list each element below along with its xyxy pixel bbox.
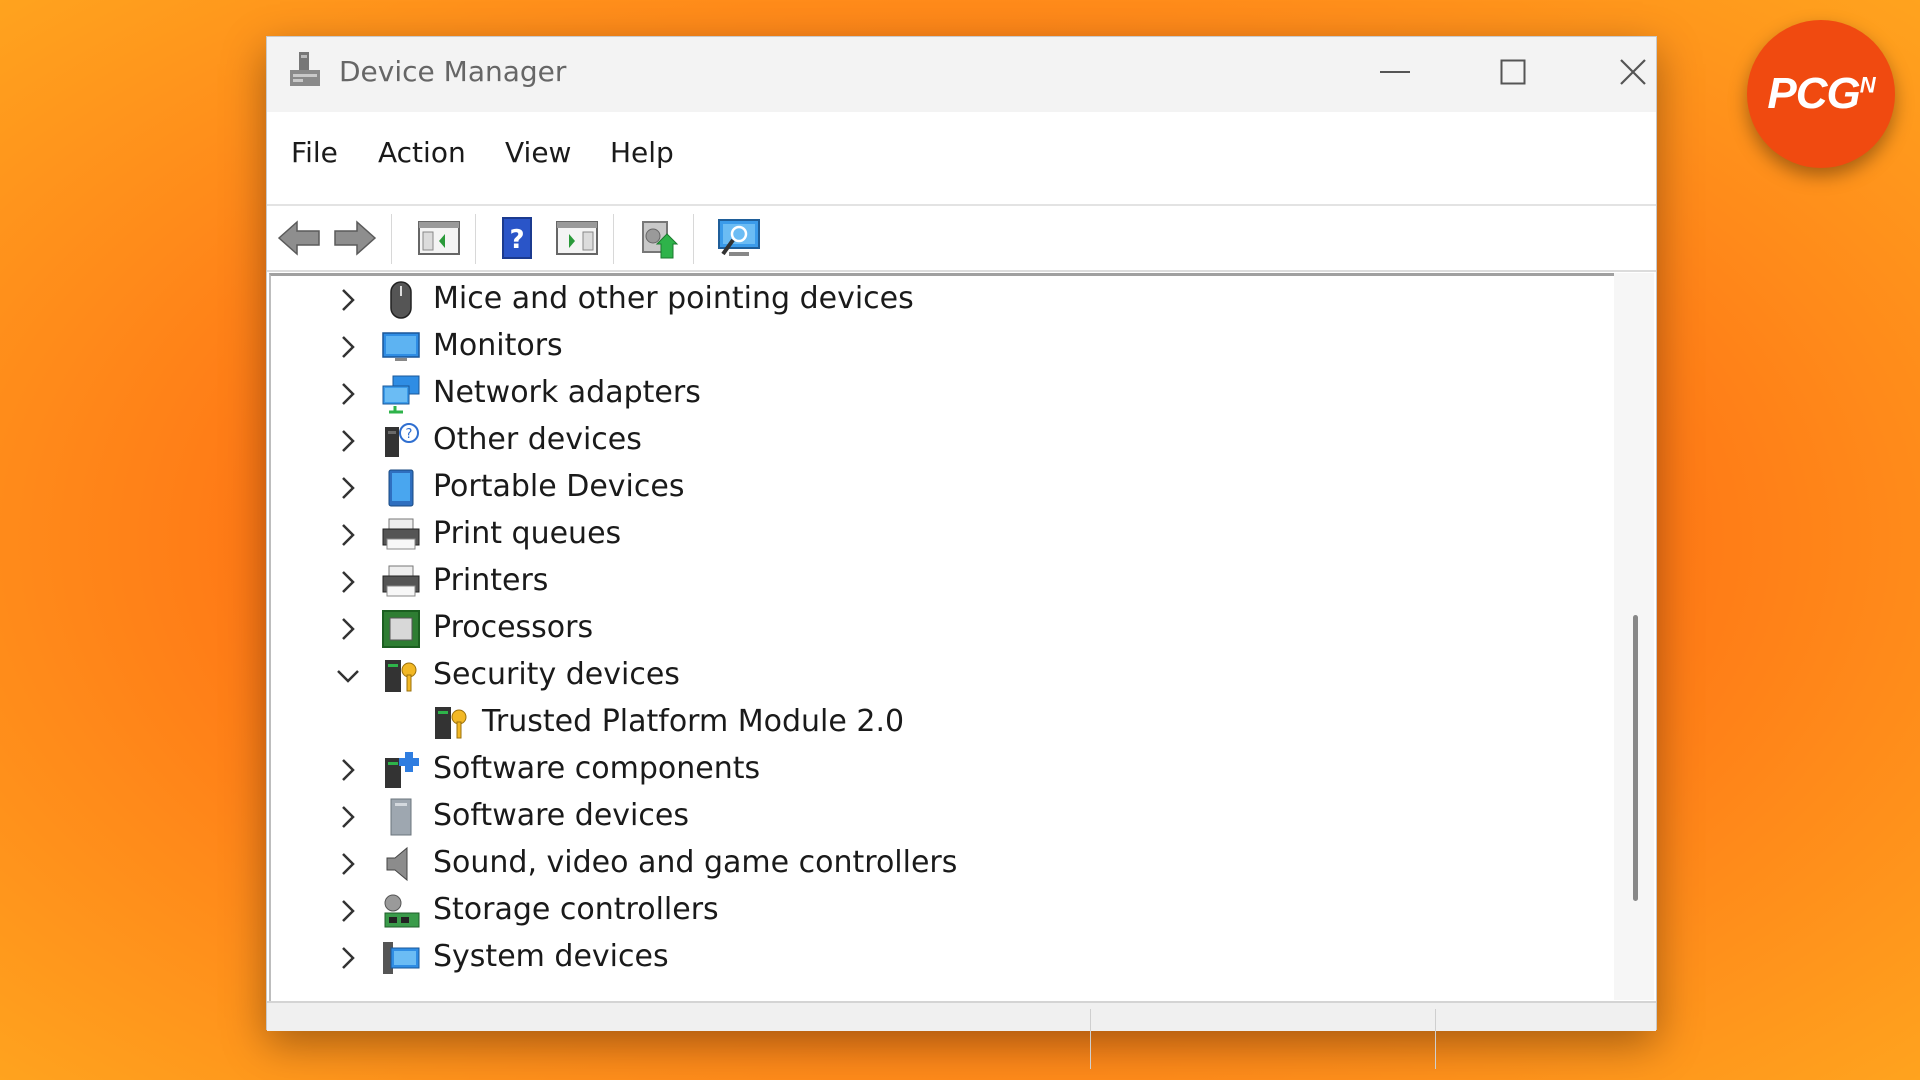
- chevron-right-icon[interactable]: [335, 850, 361, 878]
- close-button[interactable]: [1583, 37, 1683, 107]
- tree-item-label: Monitors: [433, 328, 563, 363]
- chevron-down-icon[interactable]: [335, 662, 361, 690]
- device-manager-window: Device Manager File Action View Help ? M…: [266, 36, 1657, 1069]
- toolbar-separator: [475, 214, 476, 264]
- minimize-button[interactable]: [1345, 37, 1445, 107]
- tree-item-label: Software devices: [433, 798, 689, 833]
- toolbar-separator: [391, 214, 392, 264]
- help-icon[interactable]: ?: [493, 214, 541, 262]
- security-device-icon: [385, 660, 417, 692]
- minimize-icon: [1380, 71, 1410, 73]
- show-hide-console-tree-icon[interactable]: [415, 214, 463, 262]
- tree-item-system[interactable]: System devices: [271, 935, 1571, 981]
- chevron-right-icon[interactable]: [335, 897, 361, 925]
- tree-item-sound[interactable]: Sound, video and game controllers: [271, 841, 1571, 887]
- network-adapter-icon: [382, 375, 420, 414]
- tree-item-tpm[interactable]: Trusted Platform Module 2.0: [271, 700, 1571, 746]
- status-separator: [1435, 1009, 1436, 1069]
- tree-item-label: Processors: [433, 610, 594, 645]
- menu-help[interactable]: Help: [610, 136, 674, 169]
- status-separator: [1090, 1009, 1091, 1069]
- portable-device-icon: [388, 469, 414, 507]
- scan-hardware-changes-icon[interactable]: [715, 214, 763, 262]
- forward-arrow-icon[interactable]: [331, 214, 379, 262]
- chevron-right-icon[interactable]: [335, 803, 361, 831]
- speaker-icon: [386, 846, 408, 882]
- tree-item-monitors[interactable]: Monitors: [271, 324, 1571, 370]
- device-manager-app-icon: [290, 52, 320, 86]
- tree-item-processors[interactable]: Processors: [271, 606, 1571, 652]
- printer-icon: [382, 565, 420, 597]
- tree-item-storage[interactable]: Storage controllers: [271, 888, 1571, 934]
- chevron-right-icon[interactable]: [335, 474, 361, 502]
- tree-item-label: Software components: [433, 751, 761, 786]
- printer-icon: [382, 518, 420, 550]
- tree-item-label: Printers: [433, 563, 549, 598]
- chevron-right-icon[interactable]: [335, 286, 361, 314]
- chevron-right-icon[interactable]: [335, 333, 361, 361]
- software-component-icon: [385, 752, 419, 788]
- chevron-right-icon[interactable]: [335, 521, 361, 549]
- unknown-device-icon: ?: [385, 423, 419, 457]
- device-tree[interactable]: Mice and other pointing devices Monitors…: [269, 273, 1616, 1003]
- software-device-icon: [390, 798, 412, 836]
- svg-text:?: ?: [509, 225, 524, 255]
- window-title: Device Manager: [339, 55, 567, 88]
- update-driver-icon[interactable]: [633, 214, 681, 262]
- tree-item-label: Security devices: [433, 657, 680, 692]
- scrollbar-thumb[interactable]: [1633, 615, 1638, 901]
- menu-file[interactable]: File: [291, 136, 338, 169]
- tree-item-label: Other devices: [433, 422, 642, 457]
- maximize-button[interactable]: [1463, 37, 1563, 107]
- tree-item-software-components[interactable]: Software components: [271, 747, 1571, 793]
- tree-item-label: Sound, video and game controllers: [433, 845, 958, 880]
- tree-item-label: Trusted Platform Module 2.0: [482, 704, 905, 739]
- system-device-icon: [383, 942, 420, 974]
- tree-item-label: Storage controllers: [433, 892, 719, 927]
- mouse-icon: [390, 281, 412, 319]
- maximize-icon: [1500, 59, 1526, 85]
- storage-controller-icon: [384, 894, 420, 928]
- tree-item-software-devices[interactable]: Software devices: [271, 794, 1571, 840]
- menu-bar: File Action View Help: [267, 112, 1656, 206]
- toolbar-separator: [613, 214, 614, 264]
- tree-item-print-queues[interactable]: Print queues: [271, 512, 1571, 558]
- tree-item-network[interactable]: Network adapters: [271, 371, 1571, 417]
- toolbar-separator: [693, 214, 694, 264]
- tree-item-mice[interactable]: Mice and other pointing devices: [271, 277, 1571, 323]
- close-icon: [1620, 59, 1646, 85]
- chevron-right-icon[interactable]: [335, 944, 361, 972]
- tree-item-portable[interactable]: Portable Devices: [271, 465, 1571, 511]
- processor-icon: [382, 610, 420, 648]
- pcgn-logo: PCGN: [1747, 20, 1895, 168]
- toolbar: ?: [267, 206, 1656, 272]
- tree-item-label: System devices: [433, 939, 669, 974]
- tree-item-label: Portable Devices: [433, 469, 685, 504]
- monitor-icon: [382, 332, 420, 361]
- logo-text: PCGN: [1767, 69, 1875, 118]
- tree-item-other[interactable]: ? Other devices: [271, 418, 1571, 464]
- show-action-pane-icon[interactable]: [553, 214, 601, 262]
- security-device-icon: [435, 707, 467, 739]
- chevron-right-icon[interactable]: [335, 756, 361, 784]
- chevron-right-icon[interactable]: [335, 380, 361, 408]
- back-arrow-icon[interactable]: [275, 214, 323, 262]
- tree-item-label: Print queues: [433, 516, 622, 551]
- tree-item-label: Network adapters: [433, 375, 701, 410]
- status-bar: [267, 1001, 1656, 1069]
- menu-view[interactable]: View: [505, 136, 571, 169]
- chevron-right-icon[interactable]: [335, 427, 361, 455]
- tree-item-label: Mice and other pointing devices: [433, 281, 914, 316]
- vertical-scrollbar[interactable]: [1614, 273, 1654, 1000]
- tree-item-printers[interactable]: Printers: [271, 559, 1571, 605]
- title-bar[interactable]: Device Manager: [267, 37, 1656, 112]
- menu-action[interactable]: Action: [378, 136, 466, 169]
- chevron-right-icon[interactable]: [335, 615, 361, 643]
- chevron-right-icon[interactable]: [335, 568, 361, 596]
- tree-item-security-devices[interactable]: Security devices: [271, 653, 1571, 699]
- svg-text:?: ?: [406, 427, 413, 442]
